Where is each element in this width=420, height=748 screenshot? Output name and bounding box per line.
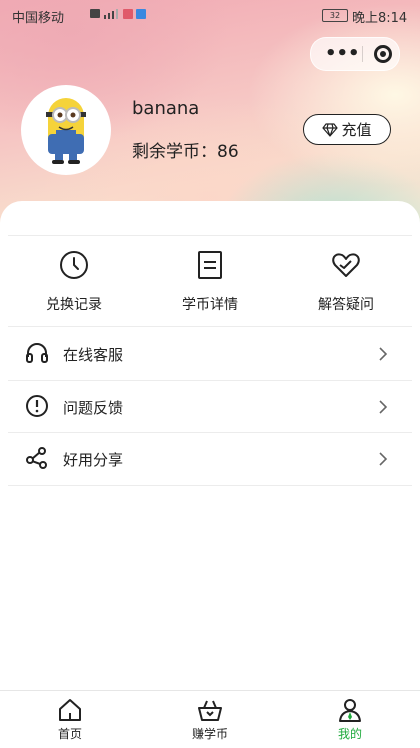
diamond-icon	[322, 122, 339, 137]
recharge-label: 充值	[341, 121, 372, 139]
more-options-icon[interactable]: •••	[325, 38, 360, 70]
quick-action-label: 解答疑问	[318, 297, 374, 313]
battery-indicator: 32	[322, 9, 348, 22]
chevron-right-icon	[379, 400, 388, 414]
document-icon	[198, 251, 222, 279]
quick-action-redeem-history[interactable]: 兑换记录	[19, 250, 129, 314]
quick-action-label: 学币详情	[182, 297, 238, 313]
clock-icon	[60, 251, 88, 279]
miniprogram-capsule: •••	[310, 37, 400, 71]
tab-earn-coins[interactable]: 赚学币	[170, 697, 250, 742]
quick-action-coin-details[interactable]: 学币详情	[155, 250, 265, 314]
menu-item-label: 好用分享	[63, 451, 124, 469]
quick-action-faq[interactable]: 解答疑问	[291, 250, 401, 314]
menu-item-online-support[interactable]: 在线客服	[0, 328, 420, 380]
remaining-coins: 剩余学币：86	[132, 137, 239, 162]
signal-icon	[90, 8, 146, 23]
user-icon	[339, 699, 361, 722]
tab-label: 我的	[337, 727, 362, 741]
avatar[interactable]	[21, 85, 111, 175]
recharge-button[interactable]: 充值	[303, 114, 391, 145]
carrier-name: 中国移动	[12, 11, 65, 26]
basket-icon	[198, 700, 222, 721]
home-icon	[59, 699, 81, 721]
tab-label: 赚学币	[191, 727, 228, 741]
tab-home[interactable]: 首页	[30, 697, 110, 742]
tab-label: 首页	[57, 727, 82, 741]
menu-item-label: 问题反馈	[63, 399, 124, 417]
headphones-icon	[26, 343, 48, 363]
divider	[8, 485, 412, 486]
tab-mine[interactable]: 我的	[310, 697, 390, 742]
status-bar: 中国移动 32 晚上8:14	[0, 0, 420, 30]
menu-item-share[interactable]: 好用分享	[0, 433, 420, 485]
coins-label: 剩余学币：	[132, 142, 217, 162]
coins-value: 86	[217, 142, 239, 162]
chevron-right-icon	[379, 347, 388, 361]
menu-item-feedback[interactable]: 问题反馈	[0, 381, 420, 433]
close-miniprogram-icon[interactable]	[374, 45, 392, 63]
share-icon	[26, 447, 47, 469]
alert-circle-icon	[26, 395, 48, 417]
capsule-divider	[362, 46, 363, 62]
chevron-right-icon	[379, 452, 388, 466]
menu-item-label: 在线客服	[63, 346, 124, 364]
heart-icon	[332, 253, 360, 277]
username: banana	[132, 98, 200, 119]
bottom-tab-bar: 首页 赚学币 我的	[0, 690, 420, 748]
divider	[8, 326, 412, 327]
status-time: 晚上8:14	[352, 11, 408, 26]
minion-avatar-image	[22, 86, 110, 174]
divider	[8, 235, 412, 236]
quick-action-label: 兑换记录	[46, 297, 102, 313]
